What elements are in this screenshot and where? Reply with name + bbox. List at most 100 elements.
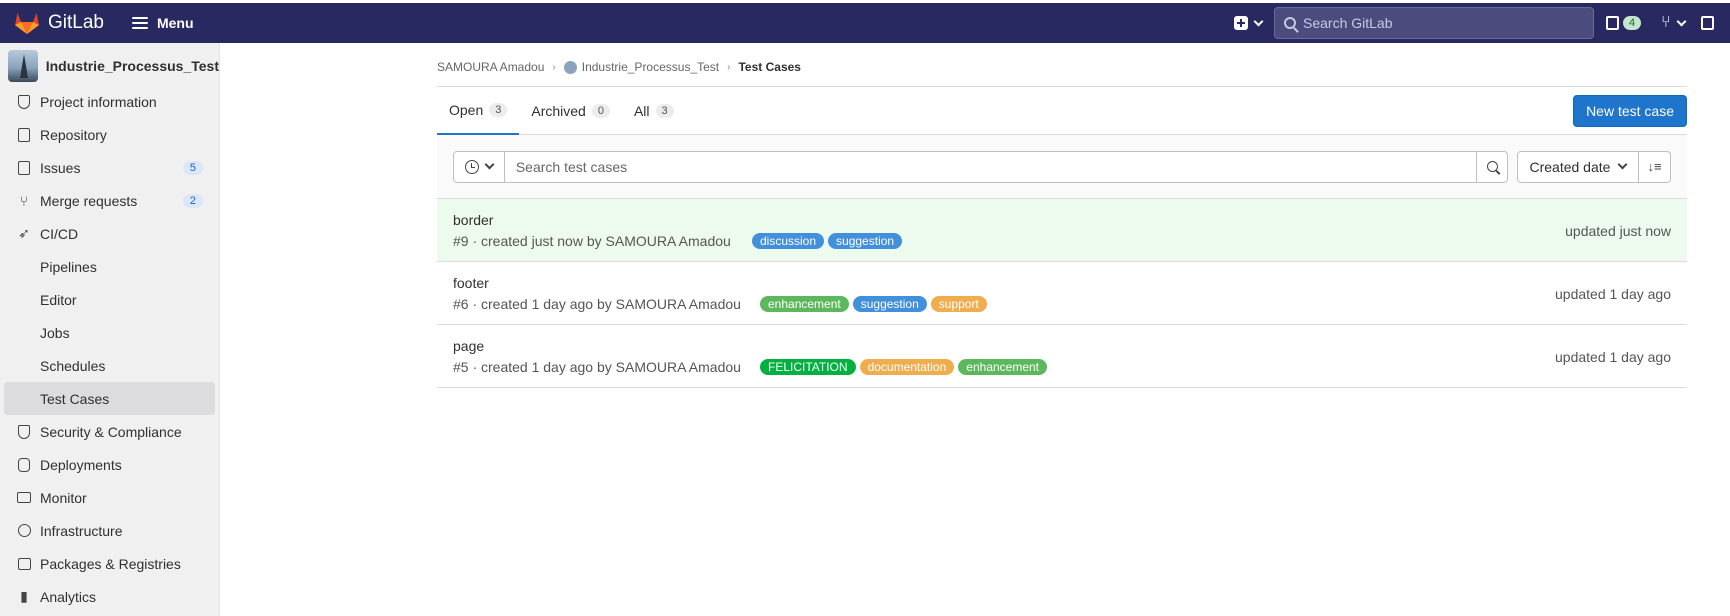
menu-label: Menu (156, 15, 194, 31)
project-avatar (8, 50, 38, 82)
sidebar-item-label: Project information (40, 93, 157, 110)
label-badge[interactable]: suggestion (828, 233, 903, 249)
cloud-icon (16, 523, 32, 539)
repository-icon (16, 127, 32, 143)
sidebar-item-label: Analytics (40, 588, 97, 605)
updated-time: updated just now (1565, 223, 1671, 239)
new-test-case-button[interactable]: New test case (1573, 95, 1687, 127)
sort-dropdown[interactable]: Created date (1517, 150, 1640, 183)
test-case-title[interactable]: footer (453, 275, 489, 291)
test-case-meta-row: #9 · created just now by SAMOURA Amadou d… (453, 233, 906, 249)
project-avatar-small (563, 60, 577, 74)
sidebar-item-infrastructure[interactable]: Infrastructure (0, 514, 219, 547)
package-icon (16, 556, 32, 572)
test-case-row[interactable]: border #9 · created just now by SAMOURA A… (437, 199, 1687, 262)
sidebar-item-label: Deployments (40, 456, 122, 473)
sidebar-item-ci-cd[interactable]: ➶ CI/CD (0, 217, 219, 250)
breadcrumb-current[interactable]: Test Cases (738, 60, 800, 74)
count-badge: 5 (182, 160, 203, 175)
sort-direction-button[interactable]: ↓≡ (1639, 150, 1671, 183)
search-submit-button[interactable] (1476, 150, 1509, 183)
search-test-cases-input[interactable]: Search test cases (504, 150, 1477, 183)
global-search-input[interactable]: Search GitLab (1274, 7, 1594, 39)
sidebar-item-label: Security & Compliance (40, 423, 182, 440)
sidebar-item-label: Pipelines (40, 258, 97, 275)
chevron-down-icon (484, 159, 495, 170)
merge-request-icon: ⑂ (1661, 14, 1671, 31)
sidebar-item-editor[interactable]: Editor (0, 283, 219, 316)
todo-button[interactable]: 4 (1606, 16, 1642, 30)
create-new-button[interactable] (1234, 16, 1264, 30)
test-case-title[interactable]: border (453, 212, 493, 228)
updated-time: updated 1 day ago (1555, 349, 1671, 365)
sidebar-item-label: Jobs (40, 324, 70, 341)
updated-time: updated 1 day ago (1555, 286, 1671, 302)
label-list: enhancement suggestion support (760, 296, 991, 312)
sidebar-item-analytics[interactable]: ▮ Analytics (0, 580, 219, 613)
breadcrumb-project[interactable]: Industrie_Processus_Test (582, 60, 719, 74)
recent-searches-button[interactable] (453, 150, 505, 183)
label-badge[interactable]: enhancement (760, 296, 849, 312)
sidebar-item-issues[interactable]: Issues 5 (0, 151, 219, 184)
label-badge[interactable]: FELICITATION (760, 359, 856, 375)
label-badge[interactable]: support (930, 296, 987, 312)
label-list: discussion suggestion (752, 233, 906, 249)
issues-icon (16, 160, 32, 176)
tab-open[interactable]: Open 3 (437, 87, 520, 135)
tab-count: 0 (591, 103, 610, 118)
shield-icon (16, 424, 32, 440)
gitlab-tanuki-icon (15, 13, 39, 34)
tab-label: Open (449, 101, 484, 118)
chevron-right-icon: › (552, 61, 556, 73)
sidebar-item-label: Repository (40, 126, 107, 143)
chevron-down-icon (1676, 16, 1687, 26)
gitlab-logo[interactable]: GitLab (14, 11, 104, 35)
test-case-row[interactable]: page #5 · created 1 day ago by SAMOURA Am… (437, 325, 1687, 388)
help-icon[interactable] (1700, 16, 1714, 30)
sidebar-item-jobs[interactable]: Jobs (0, 316, 219, 349)
test-case-row[interactable]: footer #6 · created 1 day ago by SAMOURA … (437, 262, 1687, 325)
test-case-meta-row: #6 · created 1 day ago by SAMOURA Amadou… (453, 296, 991, 312)
sidebar-item-merge-requests[interactable]: ⑂ Merge requests 2 (0, 184, 219, 217)
top-navbar: GitLab Menu Search GitLab 4 ⑂ (0, 3, 1730, 43)
rocket-icon: ➶ (18, 225, 30, 241)
breadcrumb-owner[interactable]: SAMOURA Amadou (437, 60, 544, 74)
monitor-icon (16, 490, 32, 506)
tab-archived[interactable]: Archived 0 (519, 87, 622, 135)
project-name: Industrie_Processus_Test (45, 58, 219, 74)
label-badge[interactable]: enhancement (958, 359, 1048, 375)
sidebar-item-repository[interactable]: Repository (0, 118, 219, 151)
label-badge[interactable]: suggestion (852, 296, 927, 312)
tab-label: Archived (531, 102, 586, 119)
chevron-right-icon: › (727, 61, 731, 73)
sidebar-item-pipelines[interactable]: Pipelines (0, 250, 219, 283)
sidebar-item-packages-registries[interactable]: Packages & Registries (0, 547, 219, 580)
main-content: SAMOURA Amadou › Industrie_Processus_Tes… (437, 43, 1687, 388)
todo-icon (1606, 16, 1619, 30)
label-badge[interactable]: documentation (859, 359, 955, 375)
sidebar-item-project-information[interactable]: Project information (0, 85, 219, 118)
tab-all[interactable]: All 3 (622, 87, 686, 135)
sidebar-project-header[interactable]: Industrie_Processus_Test (0, 47, 219, 85)
tab-label: All (633, 102, 650, 119)
sidebar-item-monitor[interactable]: Monitor (0, 481, 219, 514)
state-tabs: Open 3 Archived 0 All 3 New test case (437, 86, 1687, 135)
global-search-placeholder: Search GitLab (1303, 15, 1393, 31)
label-list: FELICITATION documentation enhancement (760, 359, 1051, 375)
label-badge[interactable]: discussion (752, 233, 825, 249)
deployments-icon (16, 457, 32, 473)
test-case-meta: #9 · created just now by SAMOURA Amadou (453, 233, 731, 249)
hamburger-icon (131, 17, 148, 29)
sidebar-item-security-compliance[interactable]: Security & Compliance (0, 415, 219, 448)
sort-direction-icon: ↓≡ (1647, 159, 1662, 174)
todo-count-badge: 4 (1623, 16, 1642, 30)
sidebar-item-test-cases[interactable]: Test Cases (4, 382, 215, 415)
count-badge: 2 (182, 193, 203, 208)
test-case-meta-row: #5 · created 1 day ago by SAMOURA Amadou… (453, 359, 1051, 375)
merge-requests-dropdown[interactable]: ⑂ (1661, 14, 1687, 32)
sidebar-item-schedules[interactable]: Schedules (0, 349, 219, 382)
menu-button[interactable]: Menu (131, 15, 194, 31)
sidebar-item-deployments[interactable]: Deployments (0, 448, 219, 481)
test-case-title[interactable]: page (453, 338, 484, 354)
sidebar-item-label: Infrastructure (40, 522, 123, 539)
